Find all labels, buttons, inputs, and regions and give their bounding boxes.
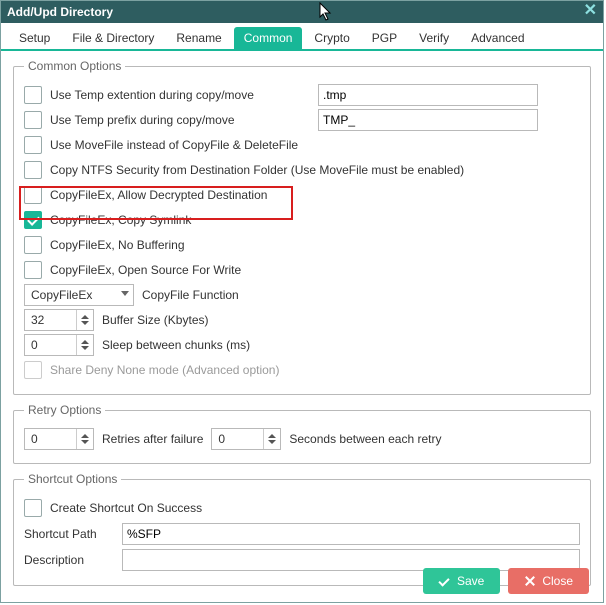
combo-copyfunc-value: CopyFileEx <box>31 288 92 302</box>
save-button-label: Save <box>457 574 484 588</box>
close-icon[interactable]: ✕ <box>584 3 597 19</box>
x-icon <box>524 575 536 587</box>
tab-rename[interactable]: Rename <box>166 27 231 49</box>
chk-nobuffer[interactable] <box>24 236 42 254</box>
chk-movefile[interactable] <box>24 136 42 154</box>
tab-common[interactable]: Common <box>234 27 303 49</box>
tab-verify[interactable]: Verify <box>409 27 459 49</box>
spin-retries-value: 0 <box>31 432 76 446</box>
lbl-buffer-size: Buffer Size (Kbytes) <box>102 313 209 327</box>
spin-sleep-value: 0 <box>31 338 76 352</box>
spinner-arrows-icon[interactable] <box>76 310 93 330</box>
chevron-down-icon <box>121 291 129 296</box>
window-title: Add/Upd Directory <box>7 5 113 19</box>
lbl-retries: Retries after failure <box>102 432 203 446</box>
lbl-shortcut-path: Shortcut Path <box>24 527 114 541</box>
footer-buttons: Save Close <box>423 568 589 594</box>
lbl-sleep: Sleep between chunks (ms) <box>102 338 250 352</box>
chk-decrypted[interactable] <box>24 186 42 204</box>
lbl-create-shortcut: Create Shortcut On Success <box>50 501 202 515</box>
lbl-nobuffer: CopyFileEx, No Buffering <box>50 238 185 252</box>
input-shortcut-path[interactable] <box>122 523 580 545</box>
lbl-description: Description <box>24 553 114 567</box>
lbl-movefile: Use MoveFile instead of CopyFile & Delet… <box>50 138 298 152</box>
check-icon <box>439 575 451 587</box>
tab-file-directory[interactable]: File & Directory <box>62 27 164 49</box>
spin-sleep[interactable]: 0 <box>24 334 94 356</box>
dialog-window: Add/Upd Directory ✕ Setup File & Directo… <box>0 0 604 603</box>
tab-advanced[interactable]: Advanced <box>461 27 534 49</box>
chk-opensource[interactable] <box>24 261 42 279</box>
common-options-group: Common Options Use Temp extention during… <box>13 59 591 395</box>
spin-seconds-value: 0 <box>218 432 263 446</box>
lbl-symlink: CopyFileEx, Copy Symlink <box>50 213 191 227</box>
spin-retries[interactable]: 0 <box>24 428 94 450</box>
input-temp-prefix[interactable] <box>318 109 538 131</box>
chk-symlink[interactable] <box>24 211 42 229</box>
retry-options-legend: Retry Options <box>24 403 105 417</box>
lbl-temp-ext: Use Temp extention during copy/move <box>50 88 310 102</box>
lbl-temp-prefix: Use Temp prefix during copy/move <box>50 113 310 127</box>
tab-strip: Setup File & Directory Rename Common Cry… <box>1 23 603 51</box>
lbl-copyfunc: CopyFile Function <box>142 288 239 302</box>
shortcut-options-legend: Shortcut Options <box>24 472 121 486</box>
spinner-arrows-icon[interactable] <box>76 429 93 449</box>
tab-crypto[interactable]: Crypto <box>304 27 359 49</box>
input-temp-ext[interactable] <box>318 84 538 106</box>
combo-copyfunc[interactable]: CopyFileEx <box>24 284 134 306</box>
spin-seconds[interactable]: 0 <box>211 428 281 450</box>
chk-temp-prefix[interactable] <box>24 111 42 129</box>
save-button[interactable]: Save <box>423 568 500 594</box>
chk-share-deny <box>24 361 42 379</box>
common-options-legend: Common Options <box>24 59 125 73</box>
lbl-ntfs: Copy NTFS Security from Destination Fold… <box>50 163 464 177</box>
client-area: Common Options Use Temp extention during… <box>1 51 603 586</box>
close-button[interactable]: Close <box>508 568 589 594</box>
lbl-share-deny: Share Deny None mode (Advanced option) <box>50 363 279 377</box>
tab-pgp[interactable]: PGP <box>362 27 407 49</box>
chk-ntfs[interactable] <box>24 161 42 179</box>
chk-temp-ext[interactable] <box>24 86 42 104</box>
spin-buffer-size-value: 32 <box>31 313 76 327</box>
lbl-opensource: CopyFileEx, Open Source For Write <box>50 263 241 277</box>
close-button-label: Close <box>542 574 573 588</box>
chk-create-shortcut[interactable] <box>24 499 42 517</box>
lbl-seconds: Seconds between each retry <box>289 432 441 446</box>
lbl-decrypted: CopyFileEx, Allow Decrypted Destination <box>50 188 267 202</box>
tab-setup[interactable]: Setup <box>9 27 60 49</box>
retry-options-group: Retry Options 0 Retries after failure 0 … <box>13 403 591 464</box>
spin-buffer-size[interactable]: 32 <box>24 309 94 331</box>
spinner-arrows-icon[interactable] <box>76 335 93 355</box>
titlebar: Add/Upd Directory ✕ <box>1 1 603 23</box>
spinner-arrows-icon[interactable] <box>263 429 280 449</box>
